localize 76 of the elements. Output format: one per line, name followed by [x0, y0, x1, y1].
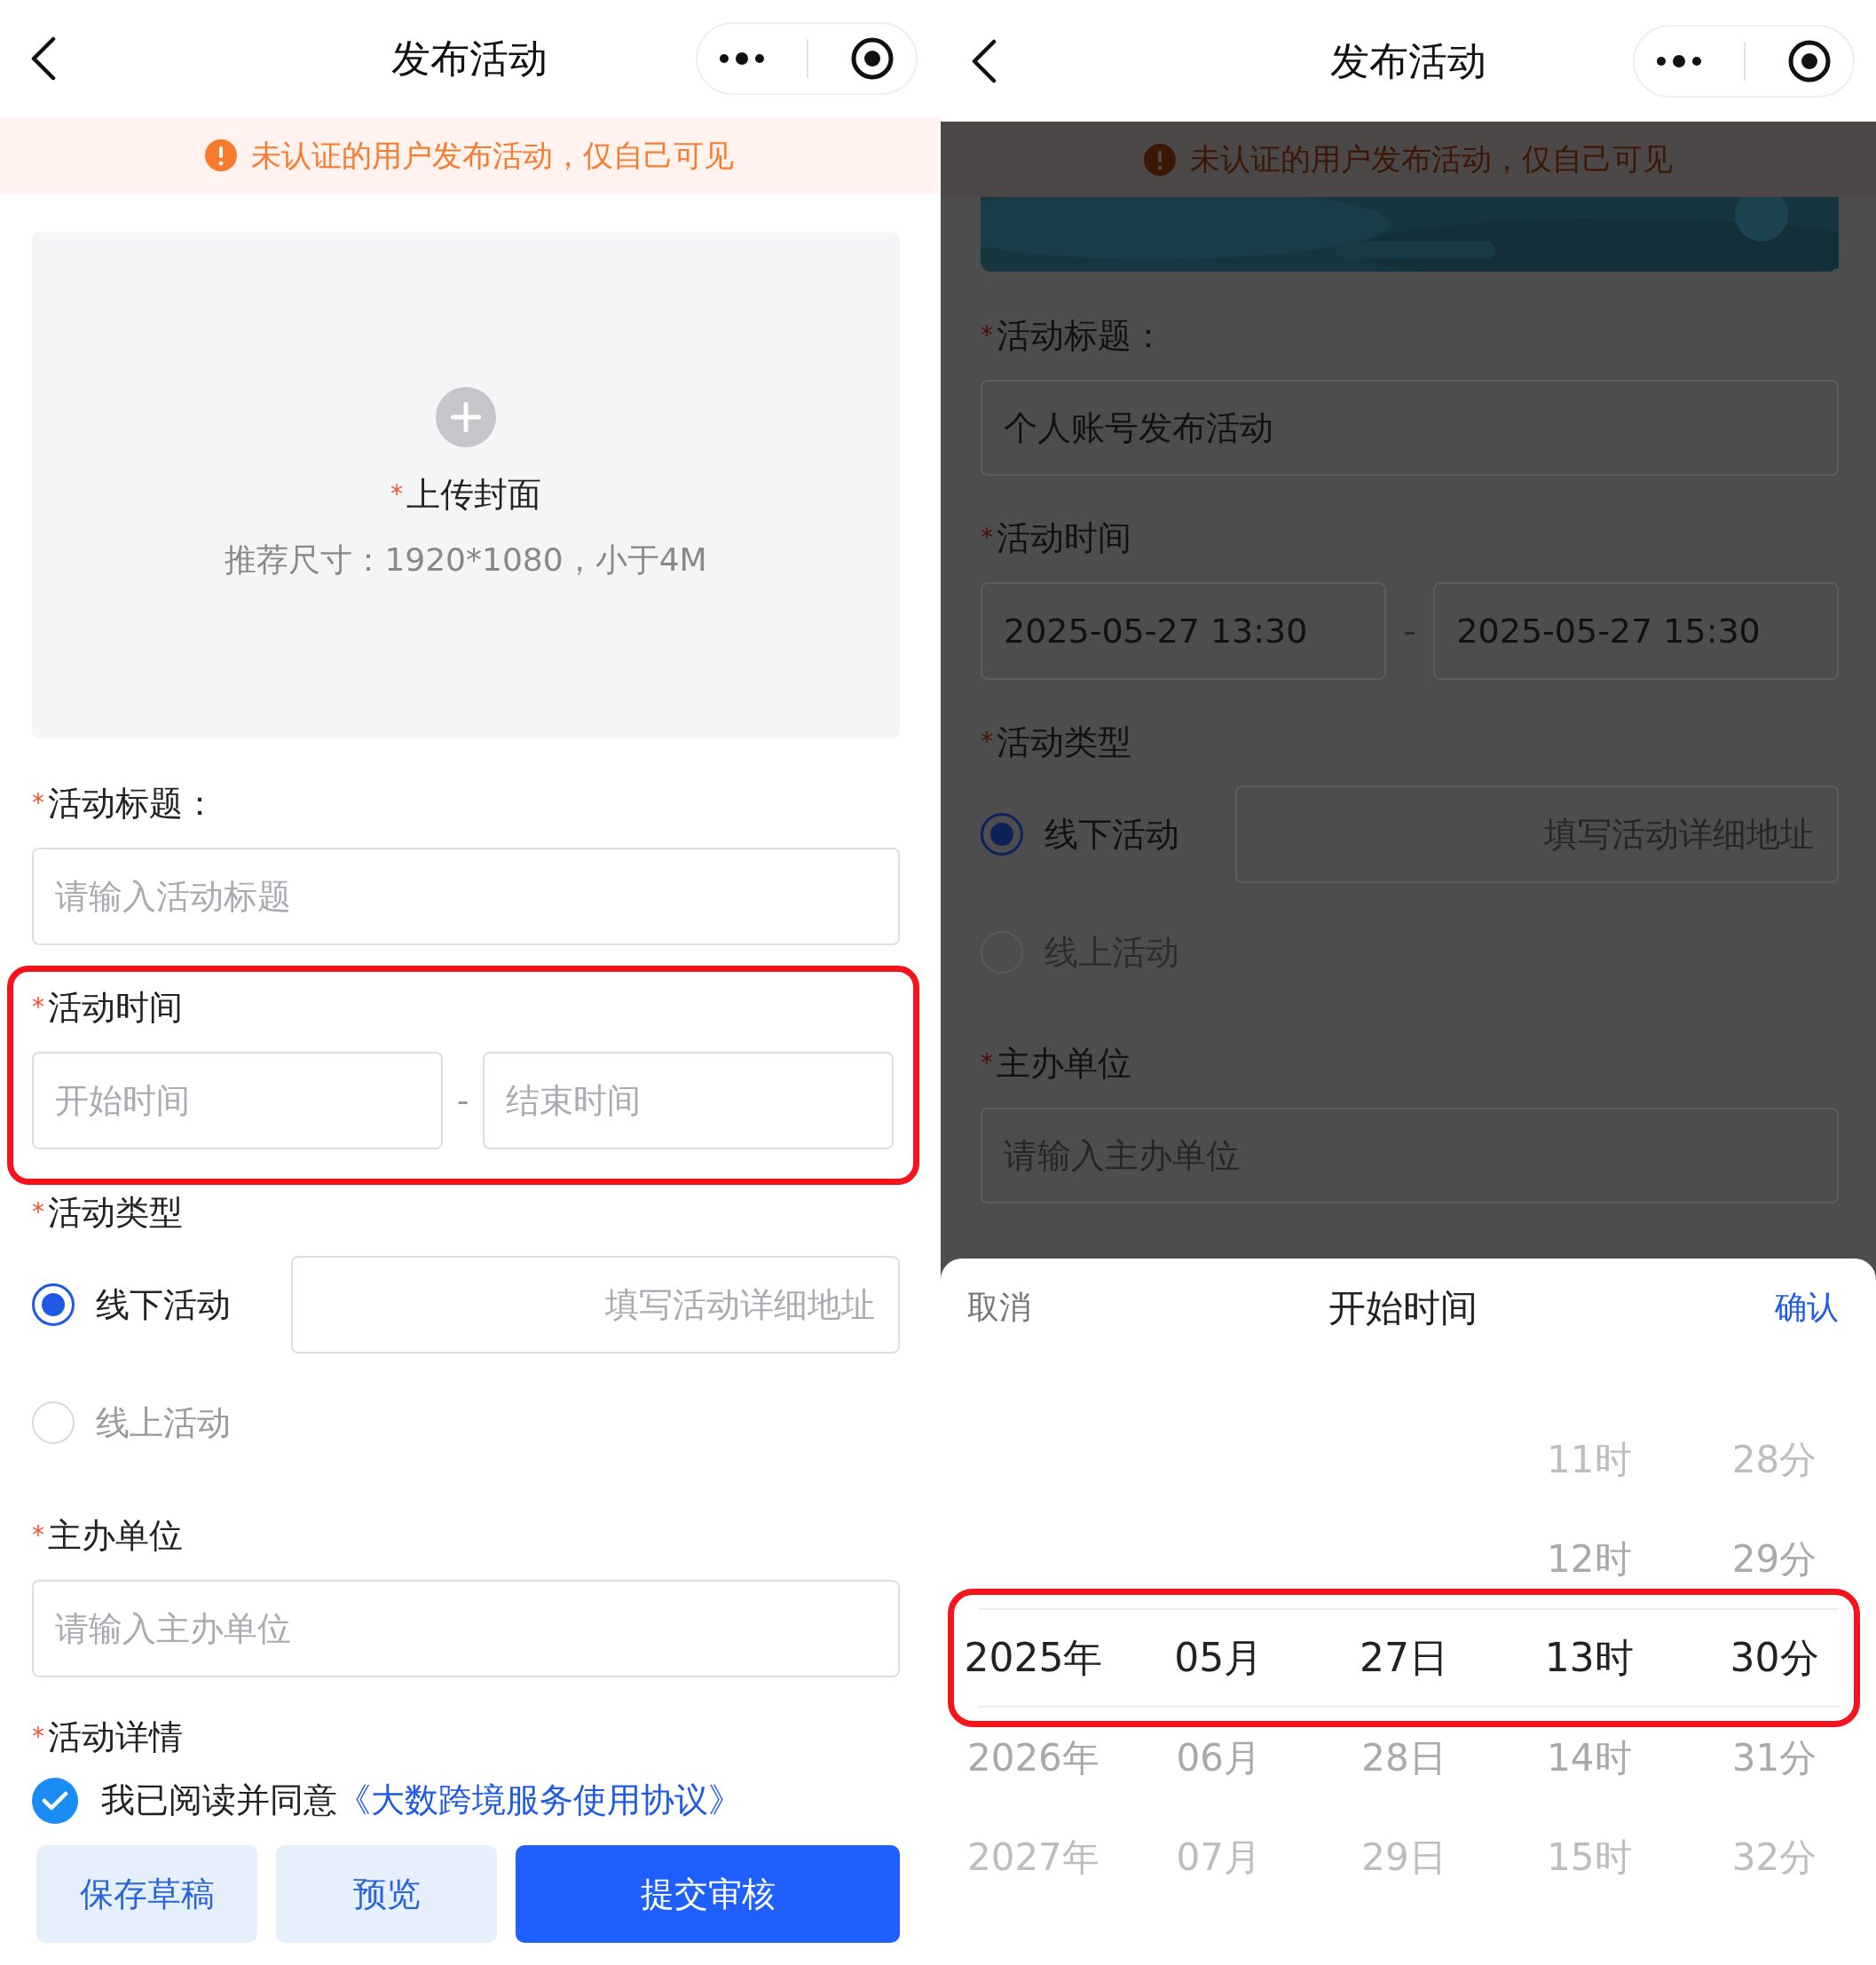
picker-option[interactable]: 11时 — [1547, 1431, 1632, 1488]
picker-option[interactable]: 30分 — [1730, 1629, 1819, 1687]
required-mark: * — [32, 991, 44, 1023]
field-label: 活动类型 — [997, 722, 1131, 763]
field-label: 活动标题： — [997, 315, 1165, 357]
plus-icon — [436, 387, 496, 447]
radio-button[interactable] — [32, 1283, 75, 1326]
picker-option[interactable]: 29分 — [1731, 1530, 1817, 1587]
agreement-text: 我已阅读并同意《大数跨境服务使用协议》 — [101, 1780, 742, 1821]
submit-button[interactable]: 提交审核 — [516, 1845, 900, 1943]
option-label[interactable]: 线下活动 — [1044, 809, 1179, 860]
picker-option[interactable]: 06月 — [1176, 1729, 1261, 1786]
warning-icon — [205, 139, 237, 171]
field-label: 活动标题： — [48, 783, 217, 825]
picker-option[interactable]: 07月 — [1176, 1828, 1261, 1885]
picker-option[interactable]: 2026年 — [966, 1729, 1100, 1786]
option-label[interactable]: 线下活动 — [96, 1279, 231, 1330]
field-label: 活动时间 — [48, 987, 183, 1029]
action-button[interactable]: 保存草稿 — [36, 1845, 257, 1943]
picker-option[interactable]: 13时 — [1544, 1629, 1634, 1687]
field-label: 活动时间 — [997, 517, 1131, 559]
confirm-button[interactable]: 确认 — [1775, 1283, 1839, 1331]
required-mark: * — [981, 1047, 993, 1079]
more-icon[interactable] — [718, 51, 765, 66]
upload-hint: 推荐尺寸：1920*1080，小于4M — [225, 541, 707, 580]
more-icon[interactable] — [1655, 53, 1702, 68]
field-label: 主办单位 — [48, 1515, 183, 1557]
notice-text: 未认证的用户发布活动，仅自己可见 — [251, 136, 734, 175]
input-field[interactable]: 2025-05-27 13:30 — [981, 582, 1386, 680]
input-field[interactable]: 个人账号发布活动 — [981, 380, 1839, 476]
field-label: 活动详情 — [48, 1716, 183, 1758]
picker-title: 开始时间 — [1328, 1284, 1478, 1331]
back-button[interactable] — [30, 36, 57, 81]
picker-option[interactable]: 12时 — [1547, 1530, 1632, 1587]
check-icon — [42, 1789, 68, 1811]
required-mark: * — [981, 320, 993, 351]
target-icon[interactable] — [1787, 38, 1833, 83]
field-label: 活动类型 — [48, 1192, 183, 1234]
field-label: 主办单位 — [997, 1043, 1131, 1085]
picker-option[interactable]: 15时 — [1547, 1828, 1632, 1885]
back-icon — [971, 38, 997, 83]
picker-option[interactable]: 28日 — [1361, 1729, 1446, 1786]
required-mark: * — [981, 522, 993, 554]
upload-area[interactable]: *上传封面 推荐尺寸：1920*1080，小于4M — [32, 233, 900, 738]
required-mark: * — [390, 478, 403, 510]
option-label[interactable]: 线上活动 — [96, 1397, 231, 1448]
back-icon — [30, 36, 57, 81]
radio-button[interactable] — [981, 813, 1023, 856]
required-mark: * — [32, 787, 44, 819]
range-dash: - — [1403, 610, 1416, 652]
required-mark: * — [32, 1519, 44, 1551]
notice-text: 未认证的用户发布活动，仅自己可见 — [1190, 140, 1673, 178]
picker-option[interactable]: 29日 — [1361, 1828, 1446, 1885]
target-icon[interactable] — [850, 36, 895, 81]
page-title: 发布活动 — [391, 36, 548, 81]
page-title: 发布活动 — [1330, 37, 1486, 83]
range-dash: - — [456, 1079, 469, 1122]
back-button[interactable] — [971, 38, 997, 83]
input-field[interactable]: 2025-05-27 15:30 — [1433, 582, 1839, 680]
agreement-link[interactable]: 《大数跨境服务使用协议》 — [337, 1780, 742, 1819]
picker-option[interactable]: 31分 — [1731, 1729, 1817, 1786]
required-mark: * — [981, 726, 993, 758]
picker-option[interactable]: 28分 — [1731, 1431, 1817, 1488]
required-mark: * — [32, 1721, 44, 1753]
field-label: 上传封面 — [406, 474, 541, 516]
picker-option[interactable]: 27日 — [1360, 1629, 1448, 1687]
required-mark: * — [32, 1196, 44, 1228]
picker-option[interactable]: 05月 — [1174, 1629, 1264, 1687]
action-button[interactable]: 预览 — [276, 1845, 497, 1943]
picker-option[interactable]: 2027年 — [966, 1828, 1100, 1885]
picker-option[interactable]: 2025年 — [964, 1629, 1103, 1687]
picker-option[interactable]: 14时 — [1547, 1729, 1632, 1786]
warning-icon — [1144, 143, 1176, 176]
cancel-button[interactable]: 取消 — [967, 1283, 1031, 1331]
picker-option[interactable]: 32分 — [1731, 1828, 1817, 1885]
agree-checkbox[interactable] — [32, 1777, 78, 1824]
